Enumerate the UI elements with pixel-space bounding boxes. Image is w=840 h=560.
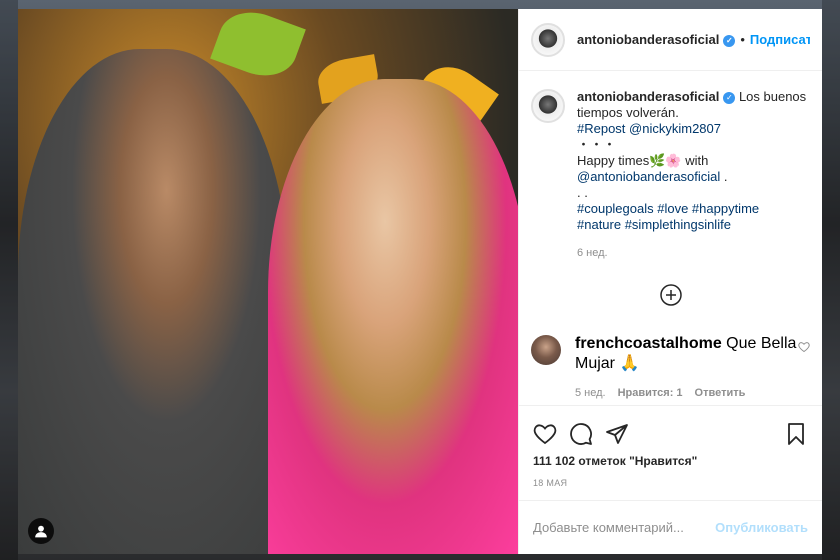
post-header: antoniobanderasoficial ✓ • Подписаться xyxy=(519,9,822,71)
comment-username[interactable]: frenchcoastalhome xyxy=(575,335,722,352)
reply-button[interactable]: Ответить xyxy=(695,387,746,399)
username-text[interactable]: antoniobanderasoficial xyxy=(577,32,719,47)
separator-dot: • xyxy=(740,32,745,47)
hashtag-link[interactable]: #Repost xyxy=(577,121,625,136)
comment-input[interactable] xyxy=(533,520,716,535)
header-username[interactable]: antoniobanderasoficial ✓ xyxy=(577,32,736,47)
avatar[interactable] xyxy=(531,22,565,57)
mention-link[interactable]: @nickykim2807 xyxy=(629,121,721,136)
comment-icon[interactable] xyxy=(569,422,593,446)
avatar[interactable] xyxy=(531,89,565,123)
comment-item: frenchcoastalhome Que Bella Mujar 🙏 5 не… xyxy=(531,335,810,399)
caption-dots: . . xyxy=(577,185,588,200)
heart-icon[interactable] xyxy=(533,422,557,446)
caption-period: . xyxy=(723,169,728,184)
comment-likes[interactable]: Нравится: 1 xyxy=(618,387,683,399)
comment-body: frenchcoastalhome Que Bella Mujar 🙏 5 не… xyxy=(575,335,798,399)
comment-meta: 5 нед. Нравится: 1 Ответить xyxy=(575,387,798,399)
action-icons xyxy=(533,414,808,454)
caption-username[interactable]: antoniobanderasoficial xyxy=(577,89,719,104)
comments-area[interactable]: antoniobanderasoficial ✓ Los buenos tiemp… xyxy=(519,71,822,405)
tagged-users-button[interactable] xyxy=(28,518,54,544)
user-icon xyxy=(35,525,47,538)
post-photo[interactable] xyxy=(18,9,518,554)
hashtag-link[interactable]: #couplegoals #love #happytime xyxy=(577,201,759,216)
hashtag-link[interactable]: #nature #simplethingsinlife xyxy=(577,217,731,232)
verified-badge-icon: ✓ xyxy=(723,92,736,104)
avatar[interactable] xyxy=(531,335,561,365)
leaf-shape xyxy=(210,9,306,86)
emoji-icon: 🌿🌸 xyxy=(649,153,682,168)
caption-dots: ・・・ xyxy=(577,137,617,152)
heart-icon[interactable] xyxy=(798,341,810,353)
caption-happy-times: Happy times xyxy=(577,153,650,168)
share-icon[interactable] xyxy=(605,422,629,446)
likes-count[interactable]: 111 102 отметок "Нравится" xyxy=(533,454,808,468)
post-date[interactable]: 18 МАЯ xyxy=(533,478,808,488)
caption-row: antoniobanderasoficial ✓ Los buenos tiemp… xyxy=(531,89,810,261)
post-sidebar: antoniobanderasoficial ✓ • Подписаться an… xyxy=(518,9,822,554)
caption-timestamp[interactable]: 6 нед. xyxy=(577,245,810,261)
load-more-comments-button[interactable] xyxy=(531,283,810,307)
add-comment-bar: Опубликовать xyxy=(519,500,822,554)
post-comment-button[interactable]: Опубликовать xyxy=(715,520,808,535)
man-figure xyxy=(18,49,288,554)
caption-text: antoniobanderasoficial ✓ Los buenos tiemp… xyxy=(577,89,810,261)
comment-timestamp[interactable]: 5 нед. xyxy=(575,387,606,399)
post-actions: 111 102 отметок "Нравится" 18 МАЯ xyxy=(519,405,822,488)
follow-button[interactable]: Подписаться xyxy=(750,32,810,47)
bookmark-icon[interactable] xyxy=(784,422,808,446)
mention-link[interactable]: @antoniobanderasoficial xyxy=(577,169,720,184)
verified-badge-icon: ✓ xyxy=(723,35,736,47)
post-modal: antoniobanderasoficial ✓ • Подписаться an… xyxy=(18,9,822,554)
woman-figure xyxy=(268,79,518,554)
caption-with: with xyxy=(685,153,709,168)
plus-circle-icon xyxy=(659,284,682,306)
